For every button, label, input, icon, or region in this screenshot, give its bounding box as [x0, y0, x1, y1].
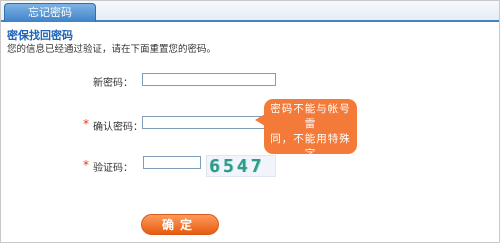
captcha-code: 6547 [209, 156, 265, 177]
required-marker: * [83, 117, 89, 131]
tooltip-line: 同，不能用特殊字 [270, 133, 351, 160]
captcha-field[interactable] [143, 156, 201, 169]
new-password-label: 新密码： [93, 78, 133, 89]
confirm-button[interactable]: 确定 [141, 214, 219, 235]
captcha-label: 验证码： [93, 163, 133, 174]
captcha-image[interactable]: 6547 [206, 155, 276, 177]
reset-password-panel: 忘记密码 密保找回密码 您的信息已经通过验证，请在下面重置您的密码。 新密码： … [0, 0, 500, 243]
confirm-password-label: 确认密码： [93, 122, 143, 133]
section-subtitle: 您的信息已经通过验证，请在下面重置您的密码。 [7, 44, 217, 55]
required-marker: * [83, 158, 89, 172]
new-password-field[interactable] [142, 73, 276, 86]
tooltip-line: 符或标点符号 [276, 163, 345, 175]
tooltip-line: 密码不能与帐号雷 [270, 103, 351, 130]
tab-forgot-password[interactable]: 忘记密码 [4, 3, 96, 22]
password-hint-tooltip: 密码不能与帐号雷 同，不能用特殊字 符或标点符号 [264, 99, 357, 175]
panel-header: 忘记密码 [1, 1, 499, 22]
